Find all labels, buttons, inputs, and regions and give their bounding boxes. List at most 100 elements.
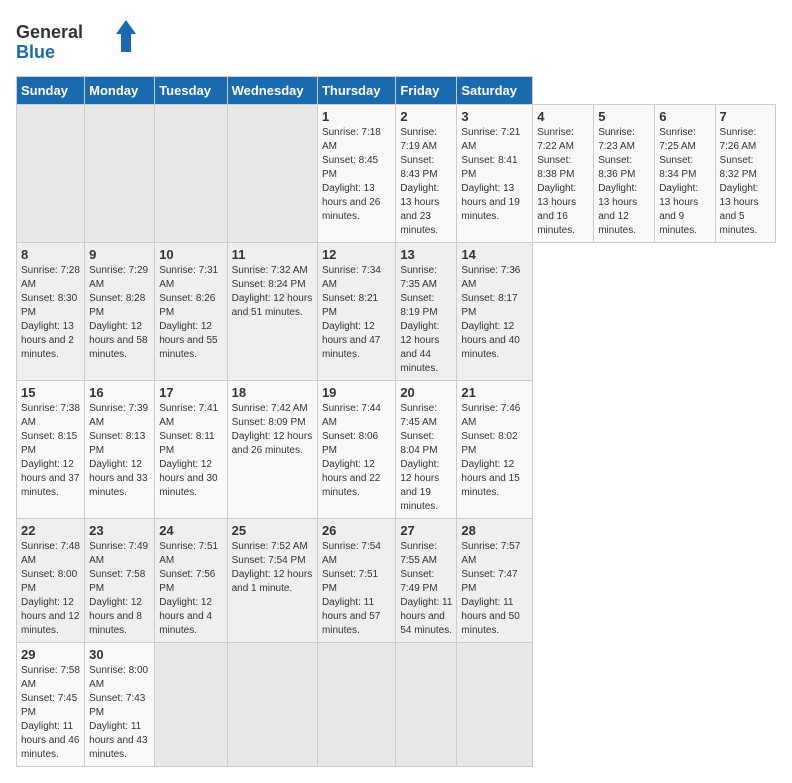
column-header-monday: Monday	[85, 77, 155, 105]
calendar-day-cell: 24Sunrise: 7:51 AMSunset: 7:56 PMDayligh…	[155, 519, 227, 643]
day-info: Sunrise: 7:45 AMSunset: 8:04 PMDaylight:…	[400, 402, 452, 514]
calendar-day-cell: 5 Sunrise: 7:23 AMSunset: 8:36 PMDaylight…	[594, 105, 655, 243]
column-header-saturday: Saturday	[457, 77, 533, 105]
day-info: Sunrise: 7:18 AMSunset: 8:45 PMDaylight:…	[322, 126, 391, 224]
day-number: 30	[89, 647, 150, 662]
calendar-week-row: 29 Sunrise: 7:58 AMSunset: 7:45 PMDayligh…	[17, 643, 776, 767]
calendar-day-cell: 13Sunrise: 7:35 AMSunset: 8:19 PMDayligh…	[396, 243, 457, 381]
calendar-day-cell	[155, 643, 227, 767]
day-number: 19	[322, 385, 391, 400]
day-number: 6	[659, 109, 710, 124]
day-number: 8	[21, 247, 80, 262]
day-number: 13	[400, 247, 452, 262]
calendar-day-cell	[85, 105, 155, 243]
day-number: 23	[89, 523, 150, 538]
day-info: Sunrise: 7:42 AMSunset: 8:09 PMDaylight:…	[232, 402, 313, 458]
day-info: Sunrise: 7:29 AMSunset: 8:28 PMDaylight:…	[89, 264, 150, 362]
column-header-thursday: Thursday	[317, 77, 395, 105]
calendar-day-cell	[227, 643, 317, 767]
day-info: Sunrise: 7:55 AMSunset: 7:49 PMDaylight:…	[400, 540, 452, 638]
day-info: Sunrise: 7:34 AMSunset: 8:21 PMDaylight:…	[322, 264, 391, 362]
day-number: 3	[461, 109, 528, 124]
day-number: 12	[322, 247, 391, 262]
day-number: 10	[159, 247, 222, 262]
column-header-sunday: Sunday	[17, 77, 85, 105]
calendar-week-row: 8Sunrise: 7:28 AMSunset: 8:30 PMDaylight…	[17, 243, 776, 381]
day-info: Sunrise: 7:51 AMSunset: 7:56 PMDaylight:…	[159, 540, 222, 638]
day-info: Sunrise: 7:36 AMSunset: 8:17 PMDaylight:…	[461, 264, 528, 362]
column-header-friday: Friday	[396, 77, 457, 105]
svg-text:General: General	[16, 22, 83, 42]
calendar-day-cell: 18Sunrise: 7:42 AMSunset: 8:09 PMDayligh…	[227, 381, 317, 519]
calendar-table: SundayMondayTuesdayWednesdayThursdayFrid…	[16, 76, 776, 767]
svg-text:Blue: Blue	[16, 42, 55, 62]
day-info: Sunrise: 7:54 AMSunset: 7:51 PMDaylight:…	[322, 540, 391, 638]
day-number: 1	[322, 109, 391, 124]
calendar-day-cell: 27Sunrise: 7:55 AMSunset: 7:49 PMDayligh…	[396, 519, 457, 643]
calendar-day-cell: 2 Sunrise: 7:19 AMSunset: 8:43 PMDaylight…	[396, 105, 457, 243]
calendar-day-cell: 10 Sunrise: 7:31 AMSunset: 8:26 PMDayligh…	[155, 243, 227, 381]
day-info: Sunrise: 7:19 AMSunset: 8:43 PMDaylight:…	[400, 126, 452, 238]
day-number: 21	[461, 385, 528, 400]
day-info: Sunrise: 7:57 AMSunset: 7:47 PMDaylight:…	[461, 540, 528, 638]
calendar-day-cell: 11 Sunrise: 7:32 AMSunset: 8:24 PMDayligh…	[227, 243, 317, 381]
calendar-day-cell: 28 Sunrise: 7:57 AMSunset: 7:47 PMDayligh…	[457, 519, 533, 643]
calendar-day-cell: 14 Sunrise: 7:36 AMSunset: 8:17 PMDayligh…	[457, 243, 533, 381]
calendar-header-row: SundayMondayTuesdayWednesdayThursdayFrid…	[17, 77, 776, 105]
page-header: General Blue	[16, 16, 776, 66]
calendar-day-cell: 22 Sunrise: 7:48 AMSunset: 8:00 PMDayligh…	[17, 519, 85, 643]
day-number: 14	[461, 247, 528, 262]
calendar-week-row: 22 Sunrise: 7:48 AMSunset: 8:00 PMDayligh…	[17, 519, 776, 643]
day-number: 7	[720, 109, 771, 124]
day-info: Sunrise: 7:46 AMSunset: 8:02 PMDaylight:…	[461, 402, 528, 500]
day-number: 2	[400, 109, 452, 124]
day-number: 20	[400, 385, 452, 400]
day-info: Sunrise: 7:26 AMSunset: 8:32 PMDaylight:…	[720, 126, 771, 238]
day-info: Sunrise: 7:25 AMSunset: 8:34 PMDaylight:…	[659, 126, 710, 238]
calendar-day-cell: 8Sunrise: 7:28 AMSunset: 8:30 PMDaylight…	[17, 243, 85, 381]
calendar-day-cell: 4Sunrise: 7:22 AMSunset: 8:38 PMDaylight…	[533, 105, 594, 243]
calendar-day-cell: 1 Sunrise: 7:18 AMSunset: 8:45 PMDaylight…	[317, 105, 395, 243]
logo-svg: General Blue	[16, 16, 136, 66]
calendar-day-cell	[155, 105, 227, 243]
logo: General Blue	[16, 16, 136, 66]
calendar-day-cell: 20 Sunrise: 7:45 AMSunset: 8:04 PMDayligh…	[396, 381, 457, 519]
day-info: Sunrise: 7:38 AMSunset: 8:15 PMDaylight:…	[21, 402, 80, 500]
day-info: Sunrise: 7:39 AMSunset: 8:13 PMDaylight:…	[89, 402, 150, 500]
day-info: Sunrise: 7:21 AMSunset: 8:41 PMDaylight:…	[461, 126, 528, 224]
day-info: Sunrise: 7:32 AMSunset: 8:24 PMDaylight:…	[232, 264, 313, 320]
calendar-day-cell	[396, 643, 457, 767]
calendar-day-cell: 7 Sunrise: 7:26 AMSunset: 8:32 PMDaylight…	[715, 105, 775, 243]
calendar-day-cell	[457, 643, 533, 767]
day-number: 22	[21, 523, 80, 538]
day-info: Sunrise: 7:49 AMSunset: 7:58 PMDaylight:…	[89, 540, 150, 638]
day-info: Sunrise: 7:58 AMSunset: 7:45 PMDaylight:…	[21, 664, 80, 762]
day-info: Sunrise: 7:31 AMSunset: 8:26 PMDaylight:…	[159, 264, 222, 362]
day-info: Sunrise: 7:48 AMSunset: 8:00 PMDaylight:…	[21, 540, 80, 638]
calendar-day-cell	[17, 105, 85, 243]
calendar-day-cell: 21 Sunrise: 7:46 AMSunset: 8:02 PMDayligh…	[457, 381, 533, 519]
day-number: 28	[461, 523, 528, 538]
calendar-day-cell: 3 Sunrise: 7:21 AMSunset: 8:41 PMDaylight…	[457, 105, 533, 243]
day-number: 9	[89, 247, 150, 262]
calendar-day-cell: 23 Sunrise: 7:49 AMSunset: 7:58 PMDayligh…	[85, 519, 155, 643]
day-number: 17	[159, 385, 222, 400]
calendar-day-cell: 30 Sunrise: 8:00 AMSunset: 7:43 PMDayligh…	[85, 643, 155, 767]
day-number: 5	[598, 109, 650, 124]
calendar-day-cell: 19Sunrise: 7:44 AMSunset: 8:06 PMDayligh…	[317, 381, 395, 519]
calendar-week-row: 1 Sunrise: 7:18 AMSunset: 8:45 PMDaylight…	[17, 105, 776, 243]
day-info: Sunrise: 7:23 AMSunset: 8:36 PMDaylight:…	[598, 126, 650, 238]
calendar-day-cell	[227, 105, 317, 243]
calendar-day-cell: 15Sunrise: 7:38 AMSunset: 8:15 PMDayligh…	[17, 381, 85, 519]
calendar-day-cell: 26Sunrise: 7:54 AMSunset: 7:51 PMDayligh…	[317, 519, 395, 643]
calendar-day-cell: 9 Sunrise: 7:29 AMSunset: 8:28 PMDaylight…	[85, 243, 155, 381]
day-number: 11	[232, 247, 313, 262]
day-info: Sunrise: 7:22 AMSunset: 8:38 PMDaylight:…	[537, 126, 589, 238]
column-header-tuesday: Tuesday	[155, 77, 227, 105]
day-info: Sunrise: 7:52 AMSunset: 7:54 PMDaylight:…	[232, 540, 313, 596]
calendar-day-cell: 12 Sunrise: 7:34 AMSunset: 8:21 PMDayligh…	[317, 243, 395, 381]
calendar-week-row: 15Sunrise: 7:38 AMSunset: 8:15 PMDayligh…	[17, 381, 776, 519]
calendar-day-cell: 25Sunrise: 7:52 AMSunset: 7:54 PMDayligh…	[227, 519, 317, 643]
day-number: 29	[21, 647, 80, 662]
day-info: Sunrise: 8:00 AMSunset: 7:43 PMDaylight:…	[89, 664, 150, 762]
